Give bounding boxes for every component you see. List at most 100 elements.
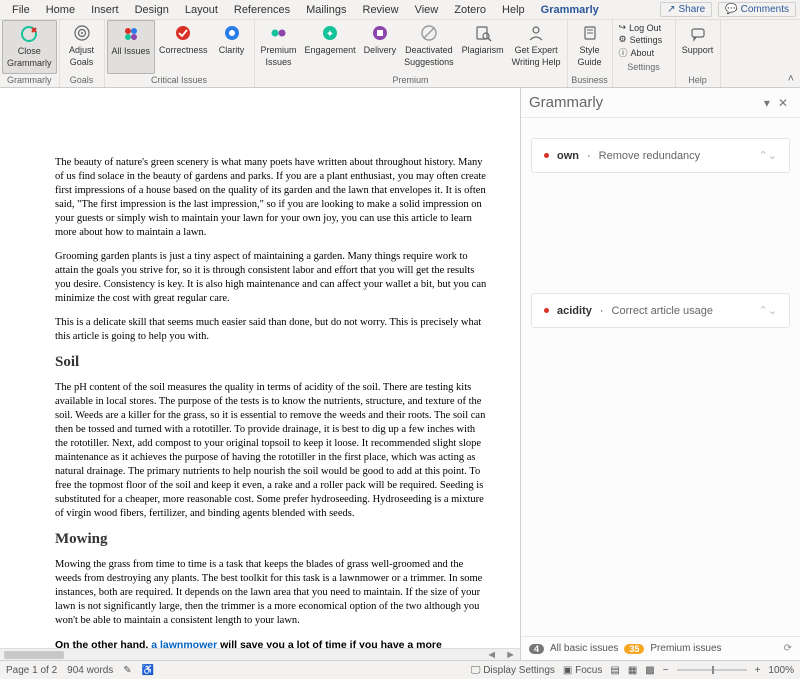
view-print-icon[interactable]: ▦ [628,665,637,676]
ribbon-group-label: Critical Issues [107,74,252,87]
suggestion-card[interactable]: own · Remove redundancy ⌃⌄ [531,138,790,173]
premium-count-badge: 35 [624,644,644,654]
zoom-slider[interactable] [677,669,747,671]
ribbon-group-settings: ↪Log Out ⚙Settings ⓘAbout Settings [613,20,676,87]
card-sep: · [587,150,591,162]
menu-view[interactable]: View [407,2,447,18]
scroll-left-icon[interactable]: ◄ [482,649,501,661]
scrollbar-thumb[interactable] [4,651,64,659]
ribbon-group-label: Settings [615,61,673,74]
comment-icon: 💬 [725,4,737,15]
ribbon: CloseGrammarly Grammarly AdjustGoals Goa… [0,20,800,88]
paragraph[interactable]: Grooming garden plants is just a tiny as… [55,250,488,306]
menu-insert[interactable]: Insert [83,2,127,18]
panel-dropdown-button[interactable]: ▾ [760,96,774,110]
view-read-icon[interactable]: ▤ [610,665,619,676]
card-suggestion: Correct article usage [612,305,714,317]
refresh-icon[interactable]: ⟳ [784,643,792,654]
menu-help[interactable]: Help [494,2,533,18]
menu-file[interactable]: File [4,2,38,18]
collapse-ribbon-button[interactable]: ˄ [782,71,800,87]
menu-design[interactable]: Design [127,2,177,18]
horizontal-scrollbar[interactable]: ◄ ► [0,648,520,660]
card-dot-icon [544,308,549,313]
gear-icon: ⚙ [619,34,627,45]
word-count[interactable]: 904 words [67,665,113,676]
engagement-button[interactable]: ✦ Engagement [301,20,360,74]
close-grammarly-button[interactable]: CloseGrammarly [2,20,57,74]
menu-grammarly[interactable]: Grammarly [533,2,607,18]
style-guide-button[interactable]: StyleGuide [570,20,610,74]
premium-issues-button[interactable]: PremiumIssues [257,20,301,74]
style-guide-icon [580,23,600,43]
view-web-icon[interactable]: ▩ [645,665,654,676]
menu-bar: File Home Insert Design Layout Reference… [0,0,800,20]
card-suggestion: Remove redundancy [599,150,701,162]
support-icon [688,23,708,43]
card-expand-icon[interactable]: ⌃⌄ [759,149,777,162]
heading-mowing[interactable]: Mowing [55,531,488,548]
panel-body: own · Remove redundancy ⌃⌄ acidity · Cor… [521,118,800,636]
logout-button[interactable]: ↪Log Out [619,22,669,33]
deactivated-button[interactable]: DeactivatedSuggestions [400,20,458,74]
panel-close-button[interactable]: ✕ [774,96,792,110]
premium-issues-label[interactable]: Premium issues [650,643,721,654]
card-keyword: own [557,150,579,162]
all-issues-button[interactable]: All Issues [107,20,156,74]
suggestion-card[interactable]: acidity · Correct article usage ⌃⌄ [531,293,790,328]
plagiarism-button[interactable]: Plagiarism [458,20,508,74]
heading-soil[interactable]: Soil [55,354,488,371]
ribbon-group-grammarly: CloseGrammarly Grammarly [0,20,60,87]
content-area: The beauty of nature's green scenery is … [0,88,800,660]
support-button[interactable]: Support [678,20,718,74]
focus-button[interactable]: ▣ Focus [563,665,602,676]
accessibility-icon[interactable]: ♿ [142,665,154,676]
menu-zotero[interactable]: Zotero [446,2,494,18]
panel-title: Grammarly [529,94,760,111]
close-grammarly-icon [19,24,39,44]
paragraph[interactable]: The beauty of nature's green scenery is … [55,156,488,240]
paragraph[interactable]: Mowing the grass from time to time is a … [55,558,488,628]
card-dot-icon [544,153,549,158]
document-page[interactable]: The beauty of nature's green scenery is … [0,88,520,660]
expert-icon [526,23,546,43]
menu-layout[interactable]: Layout [177,2,226,18]
status-bar: Page 1 of 2 904 words ✎ ♿ 🖵 Display Sett… [0,660,800,679]
adjust-goals-button[interactable]: AdjustGoals [62,20,102,74]
paragraph[interactable]: The pH content of the soil measures the … [55,381,488,521]
panel-header: Grammarly ▾ ✕ [521,88,800,118]
plagiarism-icon [473,23,493,43]
scroll-right-icon[interactable]: ► [501,649,520,661]
display-settings-button[interactable]: 🖵 Display Settings [471,665,555,676]
basic-issues-label[interactable]: All basic issues [550,643,618,654]
menu-home[interactable]: Home [38,2,83,18]
settings-button[interactable]: ⚙Settings [619,34,669,45]
ribbon-group-label: Premium [257,74,565,87]
zoom-level[interactable]: 100% [768,665,794,676]
spellcheck-icon[interactable]: ✎ [123,665,131,676]
basic-count-badge: 4 [529,644,544,654]
about-button[interactable]: ⓘAbout [619,46,669,59]
comments-button[interactable]: 💬Comments [718,2,796,17]
page-indicator[interactable]: Page 1 of 2 [6,665,57,676]
grammarly-panel: Grammarly ▾ ✕ own · Remove redundancy ⌃⌄… [520,88,800,660]
delivery-button[interactable]: Delivery [360,20,401,74]
clarity-button[interactable]: Clarity [212,20,252,74]
correctness-icon [173,23,193,43]
ribbon-group-label: Goals [62,74,102,87]
menu-review[interactable]: Review [355,2,407,18]
menu-mailings[interactable]: Mailings [298,2,354,18]
menu-references[interactable]: References [226,2,298,18]
all-issues-icon [121,24,141,44]
svg-text:✦: ✦ [326,29,334,40]
delivery-icon [370,23,390,43]
zoom-in-button[interactable]: + [755,665,761,676]
correctness-button[interactable]: Correctness [155,20,212,74]
paragraph[interactable]: This is a delicate skill that seems much… [55,316,488,344]
share-icon: ↗ [667,4,675,15]
expert-help-button[interactable]: Get ExpertWriting Help [508,20,565,74]
share-button[interactable]: ↗Share [660,2,712,17]
card-expand-icon[interactable]: ⌃⌄ [759,304,777,317]
card-sep: · [600,305,604,317]
zoom-out-button[interactable]: − [663,665,669,676]
